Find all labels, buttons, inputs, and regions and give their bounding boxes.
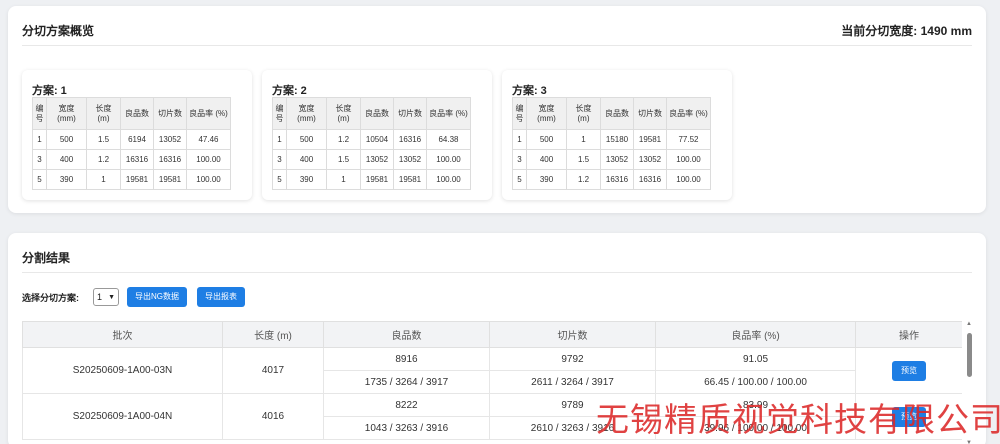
plan-table: 编号 宽度 (mm) 长度 (m) 良品数 切片数 良品率 (%) 1 500 1.…: [272, 97, 471, 190]
col-header-good: 良品数: [323, 321, 490, 348]
good-split-cell: 1043 / 3263 / 3916: [323, 416, 490, 440]
batch-cell: S20250609-1A00-04N: [22, 393, 223, 440]
plan-title: 方案: 3: [512, 85, 547, 97]
rate-total-cell: 91.05: [655, 347, 856, 371]
col-header-rate: 良品率 (%): [655, 321, 856, 348]
col-header-id: 编号: [272, 97, 287, 130]
result-title: 分割结果: [22, 251, 71, 265]
col-header-action: 操作: [855, 321, 962, 348]
good-split-cell: 1735 / 3264 / 3917: [323, 370, 490, 394]
length-cell: 4017: [222, 347, 324, 394]
plan-title: 方案: 2: [272, 85, 307, 97]
length-cell: 4016: [222, 393, 324, 440]
slices-split-cell: 2611 / 3264 / 3917: [489, 370, 656, 394]
col-header-length: 长度 (m): [566, 97, 601, 130]
col-header-rate: 良品率 (%): [666, 97, 711, 130]
plan-select-label: 选择分切方案:: [22, 292, 79, 303]
table-row: S20250609-1A00-03N 4017 8916 9792 91.05 …: [22, 347, 962, 394]
batch-cell: S20250609-1A00-03N: [22, 347, 223, 394]
plan-overview-card: 分切方案概览 当前分切宽度: 1490 mm 方案: 1 编号 宽度 (mm) 长…: [8, 6, 986, 213]
plan-card-1: 方案: 1 编号 宽度 (mm) 长度 (m) 良品数 切片数 良品率 (%) 1…: [22, 70, 252, 200]
col-header-good: 良品数: [360, 97, 394, 130]
slices-total-cell: 9792: [489, 347, 656, 371]
col-header-id: 编号: [512, 97, 527, 130]
col-header-slices: 切片数: [489, 321, 656, 348]
col-header-rate: 良品率 (%): [426, 97, 471, 130]
plan-row: 5 390 1.2 16316 16316 100.00: [512, 169, 711, 190]
plan-select-row: 选择分切方案: 1 ▼ 导出NG数据 导出报表: [22, 287, 255, 307]
export-report-button[interactable]: 导出报表: [197, 287, 245, 307]
preview-button[interactable]: 预览: [892, 360, 926, 381]
plan-card-3: 方案: 3 编号 宽度 (mm) 长度 (m) 良品数 切片数 良品率 (%) 1…: [502, 70, 732, 200]
plan-row: 1 500 1.5 6194 13052 47.46: [32, 129, 231, 150]
current-width-label: 当前分切宽度: 1490 mm: [841, 24, 972, 38]
plan-select[interactable]: 1 ▼: [93, 288, 119, 306]
result-header: 分割结果: [22, 249, 972, 273]
plan-select-value: 1: [97, 292, 103, 302]
rate-split-cell: 66.45 / 100.00 / 100.00: [655, 370, 856, 394]
col-header-id: 编号: [32, 97, 47, 130]
col-header-width: 宽度 (mm): [46, 97, 87, 130]
plan-row: 5 390 1 19581 19581 100.00: [32, 169, 231, 190]
col-header-width: 宽度 (mm): [286, 97, 327, 130]
export-ng-button[interactable]: 导出NG数据: [127, 287, 187, 307]
col-header-slices: 切片数: [153, 97, 187, 130]
col-header-length: 长度 (m): [222, 321, 324, 348]
col-header-slices: 切片数: [633, 97, 667, 130]
plan-title: 方案: 1: [32, 85, 67, 97]
overview-header: 分切方案概览 当前分切宽度: 1490 mm: [22, 22, 972, 46]
col-header-width: 宽度 (mm): [526, 97, 567, 130]
col-header-slices: 切片数: [393, 97, 427, 130]
col-header-good: 良品数: [120, 97, 154, 130]
col-header-rate: 良品率 (%): [186, 97, 231, 130]
plan-row: 1 500 1 15180 19581 77.52: [512, 129, 711, 150]
col-header-length: 长度 (m): [86, 97, 121, 130]
scroll-up-icon[interactable]: ▲: [966, 321, 972, 327]
action-cell: 预览: [855, 347, 962, 394]
plan-card-2: 方案: 2 编号 宽度 (mm) 长度 (m) 良品数 切片数 良品率 (%) 1…: [262, 70, 492, 200]
good-total-cell: 8222: [323, 393, 490, 417]
plan-table: 编号 宽度 (mm) 长度 (m) 良品数 切片数 良品率 (%) 1 500 1 1…: [512, 97, 711, 190]
good-total-cell: 8916: [323, 347, 490, 371]
overview-title: 分切方案概览: [22, 24, 95, 38]
col-header-batch: 批次: [22, 321, 223, 348]
col-header-length: 长度 (m): [326, 97, 361, 130]
col-header-good: 良品数: [600, 97, 634, 130]
plan-row: 3 400 1.5 13052 13052 100.00: [272, 149, 471, 170]
plan-row: 3 400 1.2 16316 16316 100.00: [32, 149, 231, 170]
plan-row: 5 390 1 19581 19581 100.00: [272, 169, 471, 190]
plan-row: 3 400 1.5 13052 13052 100.00: [512, 149, 711, 170]
company-watermark: 无锡精质视觉科技有限公司: [596, 403, 1000, 439]
plan-row: 1 500 1.2 10504 16316 64.38: [272, 129, 471, 150]
chevron-down-icon: ▼: [108, 293, 115, 301]
plan-table: 编号 宽度 (mm) 长度 (m) 良品数 切片数 良品率 (%) 1 500 1.…: [32, 97, 231, 190]
scroll-thumb[interactable]: [967, 333, 972, 377]
